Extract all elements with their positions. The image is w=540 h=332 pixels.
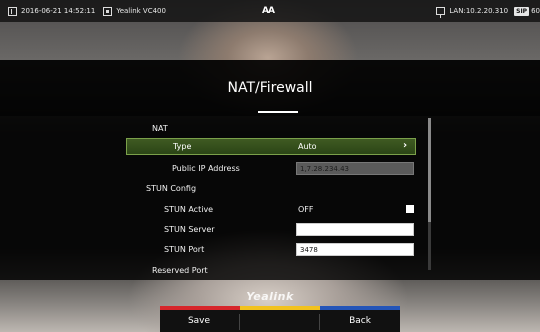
yealink-logo-icon: AA bbox=[262, 6, 275, 16]
sip-suffix: 60 bbox=[531, 7, 540, 15]
status-datetime: 2016-06-21 14:52:11 bbox=[8, 6, 96, 16]
phone-icon bbox=[8, 6, 17, 16]
stun-active-checkbox[interactable] bbox=[406, 205, 414, 213]
network-status: LAN:10.2.20.310 SIP 60 bbox=[436, 0, 540, 22]
stun-active-label: STUN Active bbox=[164, 204, 214, 214]
public-ip-field: 1,7.28.234.43 bbox=[296, 161, 414, 175]
type-label: Type bbox=[173, 142, 192, 151]
page-header: NAT/Firewall bbox=[0, 60, 540, 116]
status-device: Yealink VC400 bbox=[103, 6, 166, 16]
public-ip-label: Public IP Address bbox=[172, 163, 240, 173]
type-value: Auto bbox=[298, 142, 317, 151]
stun-active-row[interactable]: STUN Active OFF bbox=[0, 199, 540, 219]
brand-watermark: Yealink bbox=[246, 290, 294, 303]
stun-port-label: STUN Port bbox=[164, 244, 205, 254]
network-address: LAN:10.2.20.310 bbox=[449, 7, 509, 15]
title-underline bbox=[258, 111, 298, 113]
section-reserved-port: Reserved Port bbox=[152, 265, 208, 275]
sip-badge: SIP bbox=[514, 6, 530, 16]
stun-port-input[interactable]: 3478 bbox=[296, 242, 414, 256]
screen-icon bbox=[103, 6, 113, 16]
datetime-text: 2016-06-21 14:52:11 bbox=[21, 7, 96, 15]
back-button[interactable]: Back bbox=[320, 310, 400, 332]
page-title: NAT/Firewall bbox=[227, 80, 313, 96]
chevron-right-icon: › bbox=[403, 140, 408, 151]
status-bar: 2016-06-21 14:52:11 Yealink VC400 AA LAN… bbox=[0, 0, 540, 22]
stun-server-row: STUN Server bbox=[0, 219, 540, 239]
settings-panel: NAT Type Auto › Public IP Address 1,7.28… bbox=[0, 116, 540, 280]
network-icon bbox=[436, 7, 446, 18]
stun-server-input[interactable] bbox=[296, 222, 414, 236]
scrollbar-thumb[interactable] bbox=[428, 118, 431, 222]
section-stun-config: STUN Config bbox=[146, 183, 197, 193]
stun-active-value: OFF bbox=[298, 204, 314, 214]
section-nat: NAT bbox=[152, 123, 168, 133]
stun-port-row: STUN Port 3478 bbox=[0, 239, 540, 259]
softkey-bar: Save Back bbox=[160, 306, 400, 332]
type-row[interactable]: Type Auto › bbox=[126, 138, 416, 155]
device-name: Yealink VC400 bbox=[116, 7, 166, 15]
save-button[interactable]: Save bbox=[160, 310, 238, 332]
public-ip-row: Public IP Address 1,7.28.234.43 bbox=[0, 158, 540, 178]
middle-softkey[interactable] bbox=[240, 310, 318, 332]
stun-server-label: STUN Server bbox=[164, 224, 215, 234]
